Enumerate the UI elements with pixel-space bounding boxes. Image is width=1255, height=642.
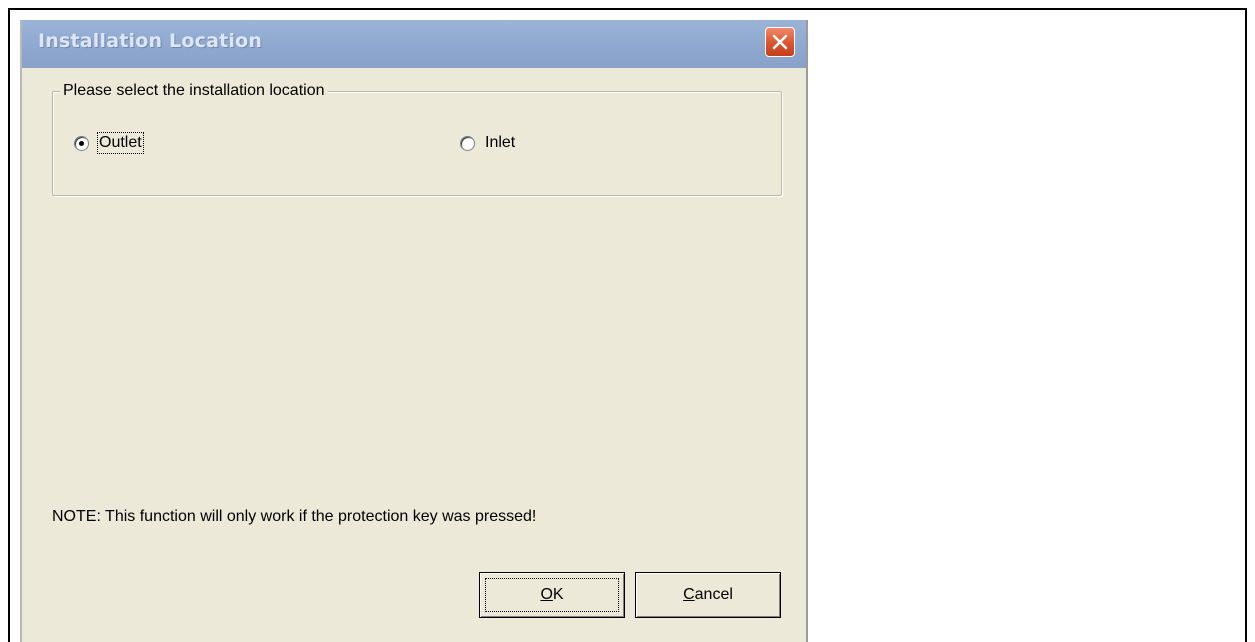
cancel-accelerator: C bbox=[683, 586, 695, 603]
radio-inlet[interactable]: Inlet bbox=[460, 134, 515, 152]
radio-inlet-label[interactable]: Inlet bbox=[485, 134, 515, 152]
close-icon bbox=[772, 34, 788, 50]
note-text: NOTE: This function will only work if th… bbox=[52, 508, 537, 525]
cancel-label-rest: ancel bbox=[694, 586, 733, 603]
title-bar[interactable]: Installation Location bbox=[22, 20, 806, 68]
radio-selected-dot bbox=[79, 140, 84, 146]
group-legend: Please select the installation location bbox=[60, 82, 328, 100]
radio-outlet-circle[interactable] bbox=[74, 135, 89, 151]
radio-outlet-label[interactable]: Outlet bbox=[97, 132, 144, 154]
radio-outlet[interactable]: Outlet bbox=[74, 132, 144, 154]
close-button[interactable] bbox=[765, 27, 795, 57]
ok-button[interactable]: OK bbox=[479, 572, 625, 618]
radio-inlet-circle[interactable] bbox=[460, 135, 475, 151]
installation-location-dialog: Installation Location Please select the … bbox=[20, 20, 808, 642]
location-groupbox bbox=[52, 91, 782, 196]
dialog-title: Installation Location bbox=[38, 30, 263, 52]
focus-rectangle bbox=[485, 578, 619, 612]
cancel-button[interactable]: Cancel bbox=[635, 572, 781, 618]
